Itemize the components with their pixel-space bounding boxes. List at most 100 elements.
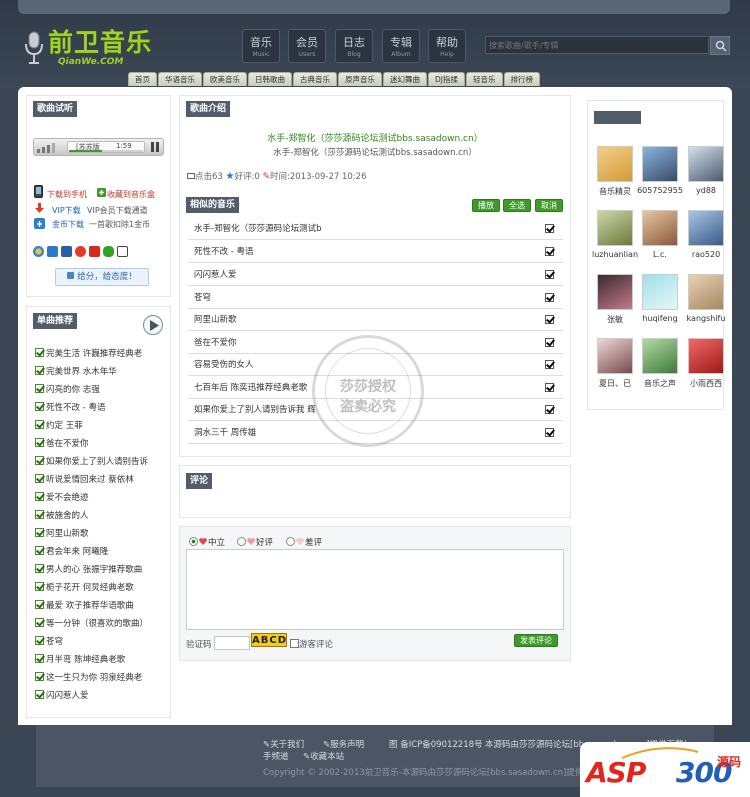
nav-blog[interactable]: 日志 Blog [335, 29, 373, 63]
opt-bad[interactable]: 差评 [286, 536, 322, 548]
user-name[interactable]: 605752955 [637, 186, 683, 195]
share-renren-icon[interactable] [61, 246, 72, 257]
nav-help[interactable]: 帮助 Help [428, 29, 466, 63]
user-name[interactable]: 小雨西西 [683, 378, 729, 389]
user-avatar[interactable] [597, 146, 633, 182]
cancel-button[interactable]: 取消 [535, 199, 563, 212]
site-logo[interactable]: 前卫音乐 QianWe.COM [24, 28, 174, 70]
checkbox[interactable] [35, 366, 44, 375]
checkbox[interactable] [290, 639, 299, 648]
recommend-item[interactable]: 栀子花开 何炅经典老歌 [35, 579, 134, 597]
similar-song-row[interactable]: 苍穹 [188, 287, 563, 309]
vip-download-link[interactable]: VIP下载 [52, 205, 81, 216]
checkbox[interactable] [35, 456, 44, 465]
checkbox[interactable] [35, 438, 44, 447]
user-avatar[interactable] [597, 210, 633, 246]
checkbox[interactable] [35, 672, 44, 681]
share-douban-icon[interactable] [47, 246, 58, 257]
checkbox[interactable] [35, 690, 44, 699]
search-button[interactable] [710, 36, 730, 55]
recommend-item[interactable]: 如果你爱上了别人请别告诉 [35, 453, 148, 471]
checkbox[interactable] [545, 247, 554, 256]
submit-comment-button[interactable]: 发表评论 [514, 634, 558, 647]
coin-download-link[interactable]: 金币下载 [52, 219, 84, 230]
pause-icon[interactable] [151, 142, 159, 152]
share-clover-icon[interactable] [103, 246, 114, 257]
similar-song-row[interactable]: 水手-郑智化（莎莎源码论坛测试b [188, 218, 563, 240]
play-all-button[interactable] [143, 315, 163, 335]
asp300-badge[interactable]: ASP 300 源码 [580, 742, 750, 797]
user-avatar[interactable] [688, 210, 724, 246]
share-kaixin-icon[interactable] [89, 246, 100, 257]
radio[interactable] [237, 537, 246, 546]
recommend-item[interactable]: 被施舍的人 [35, 507, 89, 525]
collect-link[interactable]: 收藏到音乐盒 [107, 189, 155, 200]
audio-player[interactable]: [苏苏版 1:59 [33, 138, 164, 156]
checkbox[interactable] [545, 293, 554, 302]
captcha-image[interactable]: ABCD [251, 633, 287, 647]
recommend-item[interactable]: 阿里山新歌 [35, 525, 89, 543]
opt-neutral[interactable]: 中立 [189, 536, 225, 548]
subnav-chinese[interactable]: 华语音乐 [158, 72, 202, 86]
checkbox[interactable] [545, 270, 554, 279]
user-name[interactable]: rao520 [683, 250, 729, 259]
opt-good[interactable]: 好评 [237, 536, 273, 548]
user-name[interactable]: huqifeng [637, 314, 683, 323]
similar-song-row[interactable]: 死性不改 - 粤语 [188, 241, 563, 263]
checkbox[interactable] [545, 224, 554, 233]
checkbox[interactable] [35, 384, 44, 393]
checkbox[interactable] [35, 510, 44, 519]
checkbox[interactable] [35, 474, 44, 483]
subnav-classical[interactable]: 古典音乐 [293, 72, 337, 86]
recommend-item[interactable]: 等一分钟（很喜欢的歌曲） [35, 615, 148, 633]
subnav-charts[interactable]: 排行榜 [503, 72, 540, 86]
checkbox[interactable] [35, 618, 44, 627]
recommend-item[interactable]: 最爱 欢子推荐华语歌曲 [35, 597, 134, 615]
play-selected-button[interactable]: 播放 [472, 199, 500, 212]
checkbox[interactable] [545, 360, 554, 369]
user-avatar[interactable] [642, 274, 678, 310]
checkbox[interactable] [545, 383, 554, 392]
user-name[interactable]: luzhuanliang [592, 250, 638, 259]
checkbox[interactable] [545, 315, 554, 324]
radio[interactable] [286, 537, 295, 546]
footer-about-link[interactable]: ✎关于我们 [263, 738, 304, 750]
user-name[interactable]: 夏日、已 [592, 378, 638, 389]
checkbox[interactable] [545, 405, 554, 414]
subnav-home[interactable]: 首页 [128, 72, 157, 86]
subnav-light[interactable]: 轻音乐 [466, 72, 503, 86]
share-more-icon[interactable] [117, 246, 128, 257]
captcha-input[interactable] [214, 636, 250, 650]
similar-song-row[interactable]: 阿里山新歌 [188, 309, 563, 331]
recommend-item[interactable]: 死性不改 - 粤语 [35, 399, 105, 417]
download-phone-link[interactable]: 下载到手机 [47, 189, 87, 200]
user-avatar[interactable] [688, 146, 724, 182]
nav-album[interactable]: 专辑 Album [382, 29, 420, 63]
user-avatar[interactable] [597, 274, 633, 310]
user-name[interactable]: 张敏 [592, 314, 638, 325]
checkbox[interactable] [35, 582, 44, 591]
rate-button[interactable]: 给分，给态度！ [55, 268, 149, 286]
guest-option[interactable]: 游客评论 [290, 638, 333, 650]
recommend-item[interactable]: 月半弯 陈坤经典老歌 [35, 651, 125, 669]
checkbox[interactable] [35, 492, 44, 501]
select-all-button[interactable]: 全选 [503, 199, 531, 212]
user-name[interactable]: 音乐之声 [637, 378, 683, 389]
user-avatar[interactable] [597, 338, 633, 374]
share-weibo-icon[interactable] [75, 246, 86, 257]
subnav-western[interactable]: 欧美音乐 [203, 72, 247, 86]
share-qzone-icon[interactable] [33, 246, 44, 257]
nav-music[interactable]: 音乐 Music [242, 29, 280, 63]
subnav-jpkr[interactable]: 日韩歌曲 [248, 72, 292, 86]
user-avatar[interactable] [688, 338, 724, 374]
checkbox[interactable] [35, 528, 44, 537]
recommend-item[interactable]: 这一生只为你 羽泉经典老 [35, 669, 142, 687]
checkbox[interactable] [545, 428, 554, 437]
checkbox[interactable] [545, 338, 554, 347]
subnav-dj[interactable]: DJ指揉 [428, 72, 465, 86]
user-avatar[interactable] [642, 338, 678, 374]
user-name[interactable]: L.c. [637, 250, 683, 259]
checkbox[interactable] [35, 600, 44, 609]
recommend-item[interactable]: 约定 王菲 [35, 417, 83, 435]
checkbox[interactable] [35, 348, 44, 357]
